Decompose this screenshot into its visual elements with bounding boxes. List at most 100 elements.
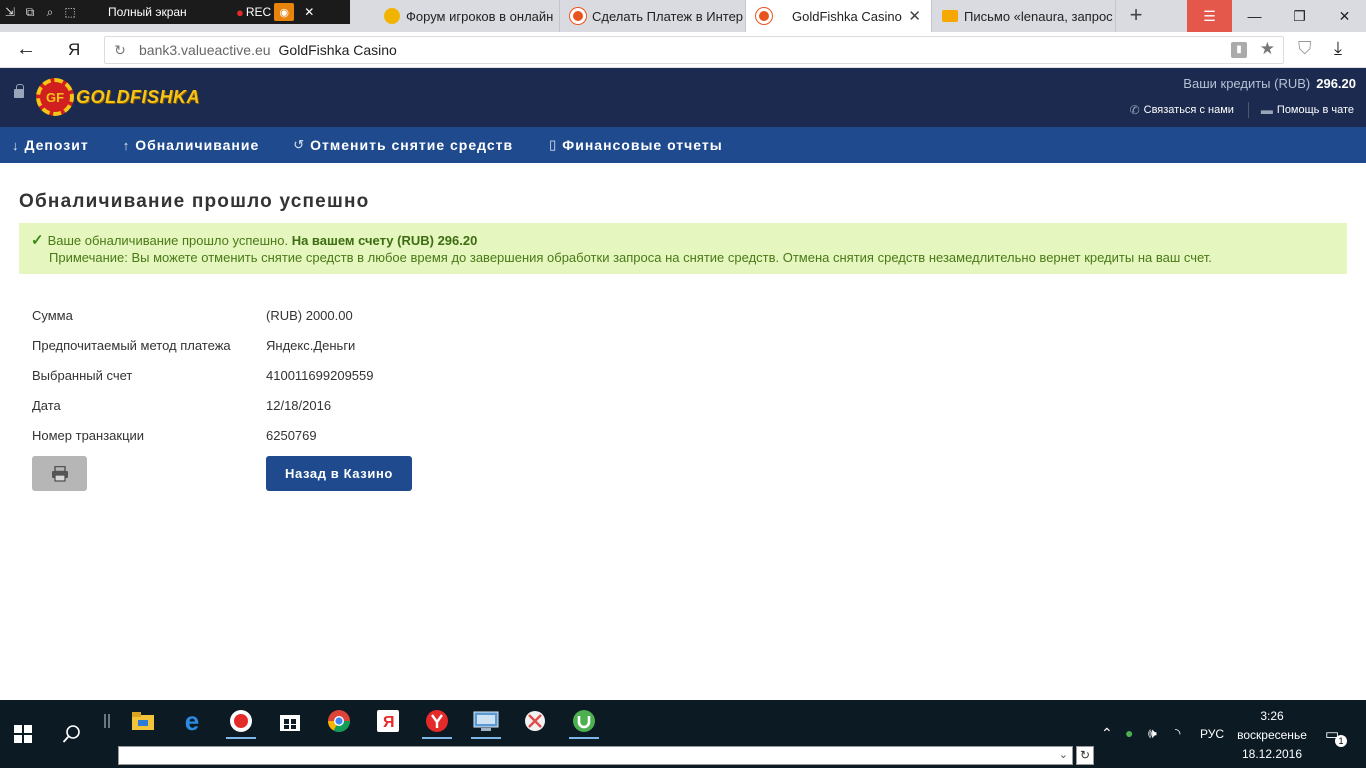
protect-shield-icon[interactable]: ⛉ xyxy=(1298,38,1312,59)
bookmark-star-icon[interactable]: ★ xyxy=(1260,39,1275,59)
credits-value: 296.20 xyxy=(1316,76,1356,91)
edge-icon[interactable]: e xyxy=(175,706,209,736)
nav-withdraw[interactable]: ↑ Обналичивание xyxy=(123,127,260,163)
language-indicator[interactable]: РУС xyxy=(1200,727,1224,741)
minimize-icon[interactable]: — xyxy=(1232,0,1277,32)
zoom-icon[interactable]: ⌕ xyxy=(40,5,60,20)
recorder-close-icon[interactable]: ✕ xyxy=(304,5,314,19)
restore-icon[interactable]: ❐ xyxy=(1277,0,1322,32)
svg-text:Я: Я xyxy=(383,714,395,731)
nav-deposit[interactable]: ↓ Депозит xyxy=(12,127,89,163)
screen-recorder-toolbar: ⇲ ⧉ ⌕ ⬚ Полный экран ● REC ◉ ✕ xyxy=(0,0,350,24)
wifi-icon[interactable]: ◝ xyxy=(1175,725,1180,742)
yandex-browser-icon[interactable] xyxy=(420,706,454,739)
new-tab-plus-icon[interactable]: + xyxy=(1122,4,1150,28)
success-alert: ✓ Ваше обналичивание прошло успешно. На в… xyxy=(19,223,1347,274)
alert-message: Ваше обналичивание прошло успешно. xyxy=(47,233,289,248)
tab-forum[interactable]: Форум игроков в онлайн xyxy=(374,0,560,32)
print-button[interactable] xyxy=(32,456,87,491)
recorder-icon[interactable] xyxy=(224,706,258,739)
detail-row-account: Выбранный счет 410011699209559 xyxy=(32,360,374,390)
tab-payment[interactable]: Сделать Платеж в Интер xyxy=(560,0,746,32)
record-dot-icon[interactable]: ● xyxy=(236,5,244,20)
cashier-nav: ↓ Депозит ↑ Обналичивание ↺ Отменить сня… xyxy=(0,127,1366,163)
tab-label: Форум игроков в онлайн xyxy=(406,8,554,24)
tab-close-icon[interactable]: ✕ xyxy=(908,7,921,25)
detail-value: (RUB) 2000.00 xyxy=(266,307,353,323)
back-arrow-icon[interactable]: ← xyxy=(16,38,36,61)
taskbar-divider xyxy=(104,714,106,728)
dropdown-chevron-icon[interactable]: ⌄ xyxy=(1059,748,1068,761)
url-page-title: GoldFishka Casino xyxy=(278,42,397,58)
tab-mail[interactable]: Письмо «lenaura, запрос xyxy=(932,0,1116,32)
rec-label[interactable]: REC xyxy=(246,5,271,19)
contact-link[interactable]: ✆ Связаться с нами xyxy=(1130,103,1234,117)
arrow-up-icon: ↑ xyxy=(122,137,131,153)
tab-label: Письмо «lenaura, запрос xyxy=(964,8,1113,24)
pin-icon[interactable]: ⇲ xyxy=(0,5,20,19)
window-icon[interactable]: ⧉ xyxy=(20,5,40,20)
divider xyxy=(1247,102,1249,118)
browser-tab-strip: ⇲ ⧉ ⌕ ⬚ Полный экран ● REC ◉ ✕ Форум игр… xyxy=(0,0,1366,32)
detail-label: Предпочитаемый метод платежа xyxy=(32,337,231,353)
tab-goldfishka[interactable]: GoldFishka Casino ✕ xyxy=(746,0,932,32)
document-icon: ▯ xyxy=(549,137,558,152)
arrow-down-icon: ↓ xyxy=(12,137,20,153)
taskbar-address-field[interactable]: ⌄ xyxy=(118,746,1073,765)
tray-chevron-up-icon[interactable]: ⌃ xyxy=(1101,725,1113,742)
taskbar-divider xyxy=(108,714,110,728)
action-center-icon[interactable]: ▭ 1 xyxy=(1325,725,1347,747)
detail-row-date: Дата 12/18/2016 xyxy=(32,390,374,420)
nav-financial-reports[interactable]: ▯ Финансовые отчеты xyxy=(549,127,723,163)
detail-label: Дата xyxy=(32,397,61,413)
mail-favicon-icon xyxy=(942,10,958,22)
back-to-casino-button[interactable]: Назад в Казино xyxy=(266,456,412,491)
chrome-icon[interactable] xyxy=(322,706,356,736)
search-icon[interactable] xyxy=(62,724,82,744)
goldfishka-logo[interactable]: GF GOLDFISHKA xyxy=(36,78,200,116)
yandex-icon[interactable]: Я xyxy=(371,706,405,736)
download-icon[interactable]: ⤓ xyxy=(1334,38,1342,59)
snipping-tool-icon[interactable] xyxy=(518,706,552,736)
browser-menu-icon[interactable]: ☰ xyxy=(1187,0,1232,32)
tab-favicon-icon xyxy=(756,8,772,24)
yandex-logo[interactable]: Я xyxy=(68,40,80,60)
fullscreen-mode-label[interactable]: Полный экран xyxy=(108,5,228,19)
camera-icon[interactable]: ◉ xyxy=(274,3,295,21)
checkmark-icon: ✓ xyxy=(31,232,44,249)
protect-lock-icon[interactable]: ▮ xyxy=(1231,42,1247,58)
alert-line: ✓ Ваше обналичивание прошло успешно. На в… xyxy=(31,232,1347,249)
printer-icon xyxy=(51,465,68,482)
remote-desktop-icon[interactable] xyxy=(469,706,503,739)
clock-time: 3:26 xyxy=(1260,709,1284,723)
chat-bubble-icon: ▬ xyxy=(1260,103,1273,117)
region-icon[interactable]: ⬚ xyxy=(60,5,80,19)
file-explorer-icon[interactable] xyxy=(126,706,160,736)
tab-favicon-icon xyxy=(570,8,586,24)
close-window-icon[interactable]: ✕ xyxy=(1322,0,1366,32)
utorrent-icon[interactable] xyxy=(567,706,601,739)
detail-label: Сумма xyxy=(32,307,73,323)
history-icon: ↺ xyxy=(293,137,306,152)
taskbar-clock[interactable]: 3:26 воскресенье 18.12.2016 xyxy=(1232,707,1312,764)
url-field[interactable]: ↻ bank3.valueactive.eu GoldFishka Casino… xyxy=(104,36,1284,64)
lock-icon xyxy=(14,84,24,98)
tab-label: GoldFishka Casino xyxy=(792,8,902,24)
reload-icon[interactable]: ↻ xyxy=(105,42,135,59)
store-icon[interactable] xyxy=(273,706,307,736)
volume-icon[interactable]: 🕪 xyxy=(1148,725,1157,742)
site-header: GF GOLDFISHKA Ваши кредиты (RUB) 296.20 ✆… xyxy=(0,68,1366,127)
detail-row-method: Предпочитаемый метод платежа Яндекс.День… xyxy=(32,330,374,360)
chat-label: Помощь в чате xyxy=(1276,104,1354,116)
alert-note: Примечание: Вы можете отменить снятие ср… xyxy=(49,250,1212,265)
windows-start-icon[interactable] xyxy=(14,725,32,743)
chat-link[interactable]: ▬ Помощь в чате xyxy=(1261,103,1354,117)
logo-text: GOLDFISHKA xyxy=(76,86,200,107)
tab-label: Сделать Платеж в Интер xyxy=(592,8,744,24)
detail-value: Яндекс.Деньги xyxy=(266,337,356,353)
alert-balance: На вашем счету (RUB) 296.20 xyxy=(291,233,478,248)
address-bar: ← Я ↻ bank3.valueactive.eu GoldFishka Ca… xyxy=(0,32,1366,68)
tray-green-status-icon[interactable]: ● xyxy=(1125,725,1133,741)
taskbar-go-icon[interactable]: ↻ xyxy=(1076,746,1094,765)
nav-cancel-withdrawal[interactable]: ↺ Отменить снятие средств xyxy=(293,127,513,163)
